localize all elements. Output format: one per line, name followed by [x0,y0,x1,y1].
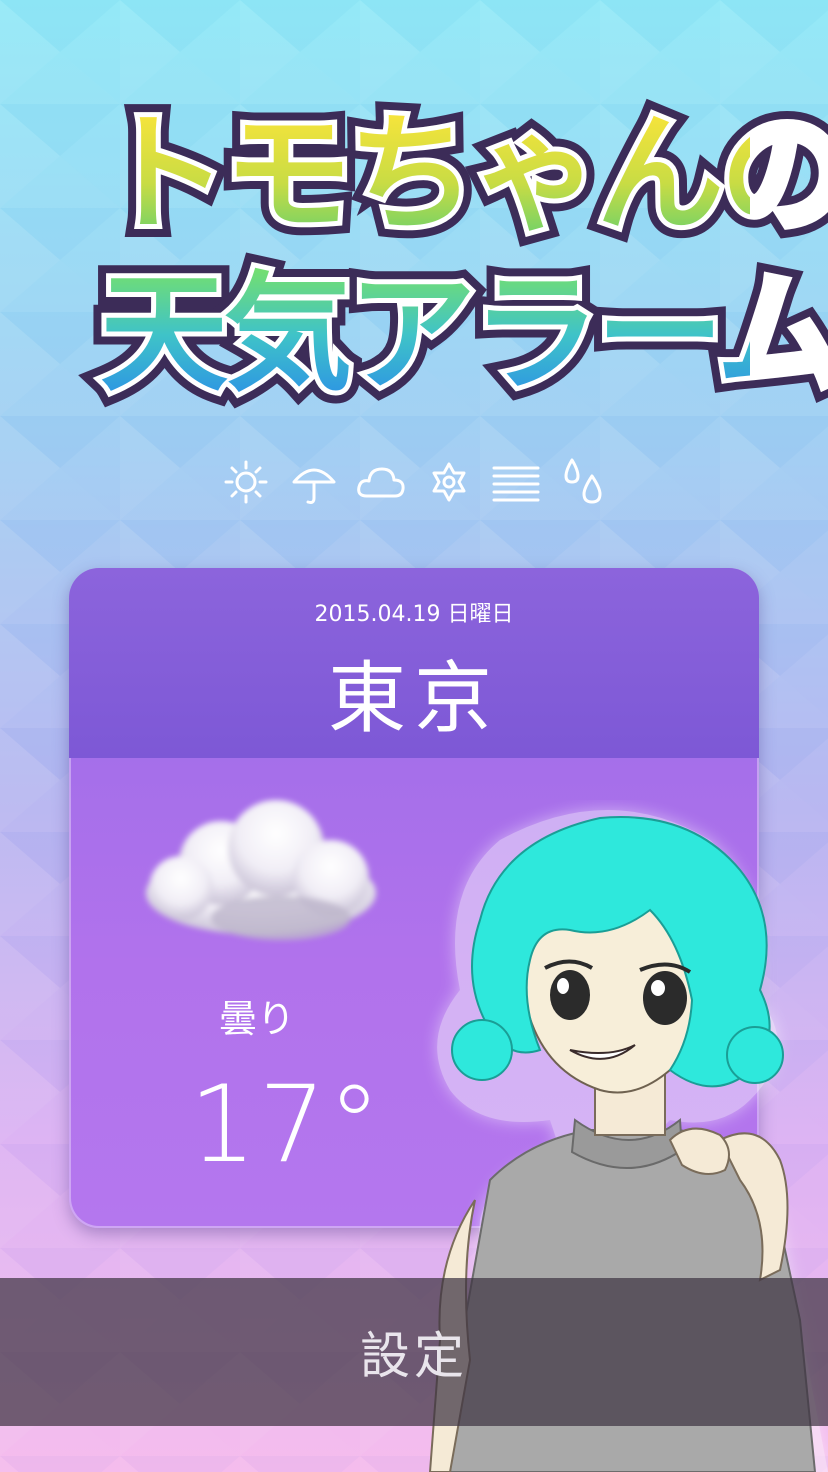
settings-button[interactable]: 設定 [0,1278,828,1426]
weather-card-header: 2015.04.19 日曜日 東京 [69,568,759,758]
logo-title-line-1: トモちゃんの トモちゃんの トモちゃんの [87,87,828,262]
snow-icon [423,456,475,508]
settings-label: 設定 [360,1327,468,1385]
date-label: 2015.04.19 日曜日 [314,602,514,627]
raindrops-icon [558,456,610,508]
weather-icon-row [220,452,610,512]
sun-icon [220,456,272,508]
umbrella-icon [288,456,340,508]
temperature-label: 17° [189,1063,383,1186]
cloud-icon [355,456,407,508]
fog-icon [490,456,542,508]
app-screen: トモちゃんの トモちゃんの トモちゃんの 天気アラーム 天気アラーム 天気アラー… [0,0,828,1472]
app-logo: トモちゃんの トモちゃんの トモちゃんの 天気アラーム 天気アラーム 天気アラー… [87,87,828,422]
cloudy-weather-image [146,800,376,940]
city-label: 東京 [327,654,500,744]
logo-title-line-2: 天気アラーム 天気アラーム 天気アラーム [87,247,828,422]
condition-label: 曇り [219,997,296,1041]
